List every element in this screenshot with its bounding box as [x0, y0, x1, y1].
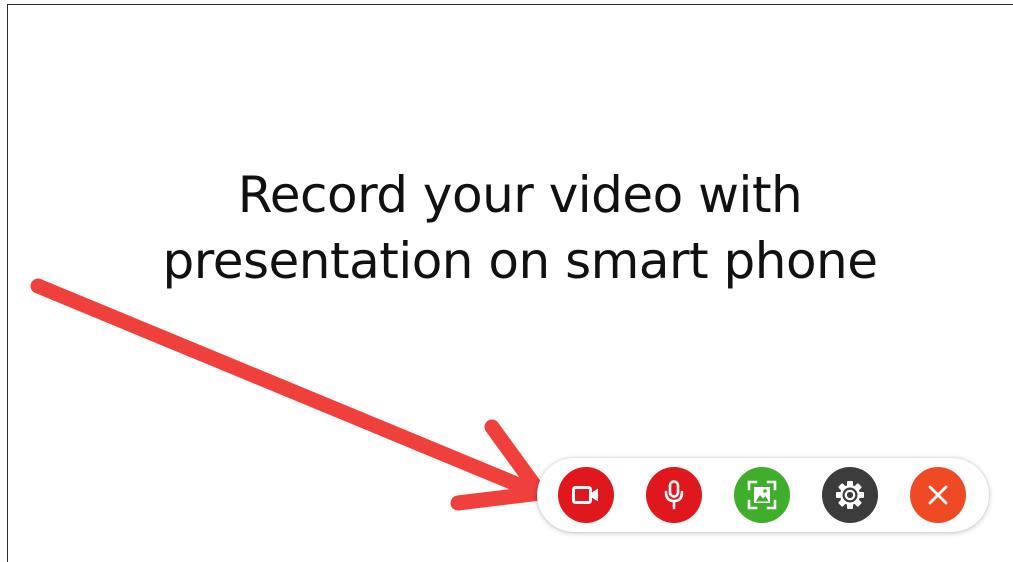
image-frame-icon — [747, 480, 777, 510]
screen: Record your video with presentation on s… — [0, 0, 1013, 562]
settings-button[interactable] — [822, 467, 878, 523]
microphone-button[interactable] — [646, 467, 702, 523]
slide-title: Record your video with presentation on s… — [140, 162, 900, 294]
gear-icon — [836, 481, 864, 509]
close-icon — [928, 485, 948, 505]
microphone-icon — [664, 480, 684, 510]
slide-title-line-1: Record your video with — [237, 166, 803, 224]
record-video-button[interactable] — [558, 467, 614, 523]
slide-title-line-2: presentation on smart phone — [162, 232, 878, 290]
screen-share-button[interactable] — [734, 467, 790, 523]
video-camera-icon — [572, 486, 598, 504]
close-button[interactable] — [910, 467, 966, 523]
recording-toolbar — [537, 458, 989, 532]
